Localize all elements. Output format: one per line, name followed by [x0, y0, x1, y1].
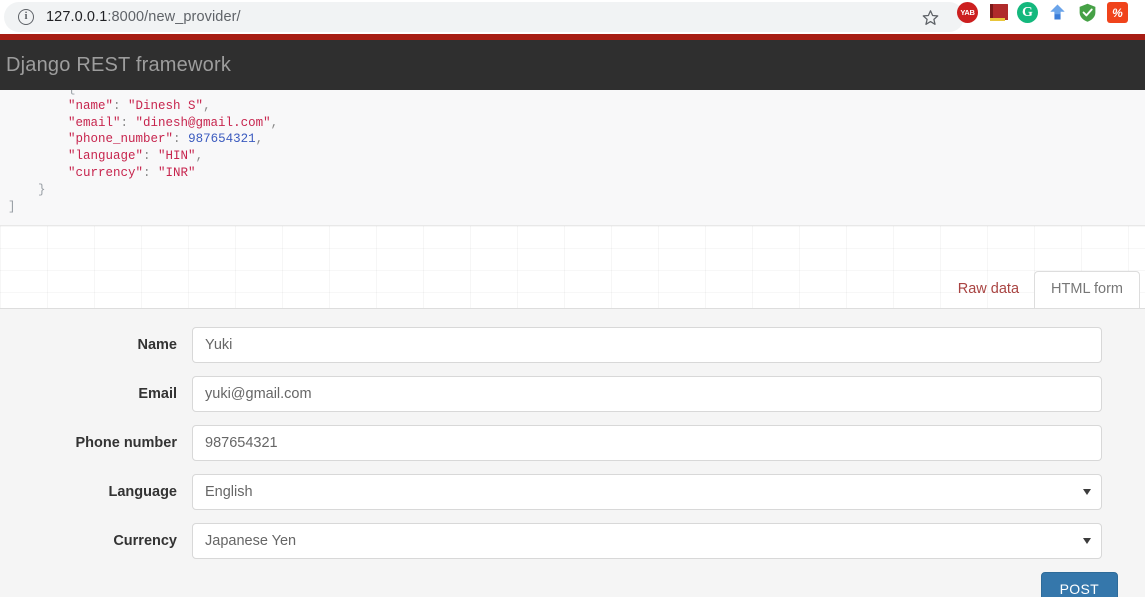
control-wrap-language: English [192, 474, 1102, 510]
site-info-icon[interactable]: i [18, 9, 34, 25]
bookmark-star-icon[interactable] [916, 3, 944, 31]
control-wrap-email [192, 376, 1102, 412]
control-wrap-currency: Japanese Yen [192, 523, 1102, 559]
url-text: 127.0.0.1:8000/new_provider/ [46, 9, 241, 25]
form-group-name: Name [0, 327, 1145, 363]
response-pane: { "name": "Dinesh S", "email": "dinesh@g… [0, 90, 1145, 226]
input-phone-number[interactable] [192, 425, 1102, 461]
label-currency: Currency [113, 533, 177, 549]
green-shield-extension-icon[interactable] [1077, 2, 1098, 23]
json-response: { "name": "Dinesh S", "email": "dinesh@g… [8, 90, 279, 214]
address-bar[interactable]: i 127.0.0.1:8000/new_provider/ [4, 2, 964, 32]
control-wrap-name [192, 327, 1102, 363]
label-language: Language [108, 484, 177, 500]
grid-spacer [0, 226, 1145, 270]
label-phone-number: Phone number [75, 435, 177, 451]
url-path: :8000/new_provider/ [107, 9, 241, 25]
select-language[interactable]: English [192, 474, 1102, 510]
input-name[interactable] [192, 327, 1102, 363]
select-currency[interactable]: Japanese Yen [192, 523, 1102, 559]
url-host: 127.0.0.1 [46, 9, 108, 25]
red-square-extension-label: % [1112, 5, 1123, 20]
input-email[interactable] [192, 376, 1102, 412]
post-button[interactable]: POST [1040, 572, 1118, 597]
form-group-email: Email [0, 376, 1145, 412]
html-form-panel: Name Email Phone number Language English… [0, 308, 1145, 597]
form-group-language: Language English [0, 474, 1145, 510]
drf-navbar: Django REST framework [0, 40, 1145, 90]
grammarly-extension-icon[interactable]: G [1017, 2, 1038, 23]
blue-arrow-extension-icon[interactable] [1047, 2, 1068, 23]
yab-extension-icon[interactable]: YAB [957, 2, 978, 23]
drf-brand-title[interactable]: Django REST framework [6, 54, 231, 77]
tab-raw-data[interactable]: Raw data [943, 272, 1034, 308]
tab-html-form[interactable]: HTML form [1034, 271, 1140, 309]
format-tabs: Raw data HTML form [0, 270, 1145, 309]
red-square-extension-icon[interactable]: % [1107, 2, 1128, 23]
red-book-extension-icon[interactable] [987, 2, 1008, 23]
control-wrap-phone-number [192, 425, 1102, 461]
yab-extension-label: YAB [960, 8, 975, 17]
extension-icons: YAB G % [957, 2, 1128, 23]
form-group-phone-number: Phone number [0, 425, 1145, 461]
label-name: Name [137, 337, 178, 353]
form-actions: POST [0, 572, 1145, 597]
browser-toolbar: i 127.0.0.1:8000/new_provider/ YAB G % [0, 0, 1145, 34]
label-email: Email [138, 386, 177, 402]
grammarly-extension-label: G [1022, 4, 1033, 20]
form-group-currency: Currency Japanese Yen [0, 523, 1145, 559]
